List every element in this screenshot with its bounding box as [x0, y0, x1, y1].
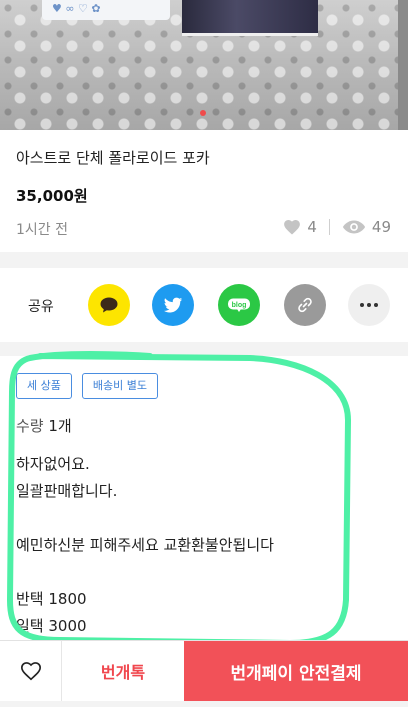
product-tags: 세 상품 배송비 별도: [16, 373, 158, 399]
tag-shipping-extra: 배송비 별도: [81, 373, 158, 399]
quantity-row: 수량 1개: [16, 415, 72, 436]
chat-button[interactable]: 번개톡: [62, 641, 184, 701]
wishlist-button[interactable]: [0, 641, 62, 701]
section-divider: [0, 252, 408, 268]
share-copy-link-button[interactable]: [284, 284, 326, 326]
description-line: 일괄판매합니다.: [16, 482, 118, 500]
safe-pay-button[interactable]: 번개페이 안전결제: [184, 641, 408, 701]
section-divider: [0, 342, 408, 356]
quantity-value: 1개: [48, 417, 72, 435]
description-line: 일택 3000: [16, 617, 87, 635]
carousel-indicator: [200, 110, 206, 116]
twitter-bird-icon: [163, 297, 183, 312]
stats-divider: [328, 219, 330, 235]
blog-icon: blog: [228, 298, 250, 312]
bottom-strip: [0, 701, 408, 707]
product-price: 35,000원: [16, 187, 88, 205]
description-line: 예민하신분 피해주세요 교환환불안됩니다: [16, 536, 274, 554]
heart-outline-icon: [20, 662, 41, 681]
product-stats: 4 49: [283, 218, 391, 236]
tag-partial: 세 상품: [16, 373, 72, 399]
product-description: 하자없어요. 일괄판매합니다. 예민하신분 피해주세요 교환환불안됩니다 반택 …: [16, 451, 274, 640]
posted-time: 1시간 전: [16, 222, 68, 238]
photo-edge: [398, 0, 408, 130]
photocard-left-text: ♥ ∞ ♡ ✿: [52, 2, 101, 15]
product-photo[interactable]: ♥ ∞ ♡ ✿: [0, 0, 408, 130]
share-kakaotalk-button[interactable]: [88, 284, 130, 326]
description-line: [16, 559, 274, 586]
product-detail-page: ♥ ∞ ♡ ✿ 아스트로 단체 폴라로이드 포카 35,000원 1시간 전 4…: [0, 0, 408, 707]
description-line: 반택 1800: [16, 590, 87, 608]
product-title: 아스트로 단체 폴라로이드 포카: [16, 149, 210, 167]
speech-bubble-icon: [100, 297, 118, 313]
quantity-label: 수량: [16, 417, 44, 435]
share-twitter-button[interactable]: [152, 284, 194, 326]
description-line: [16, 505, 274, 532]
view-count: 49: [371, 218, 391, 236]
like-count: 4: [307, 218, 317, 236]
share-more-button[interactable]: [348, 284, 390, 326]
eye-icon: [342, 220, 365, 234]
bottom-action-bar: 번개톡 번개페이 안전결제: [0, 640, 408, 707]
link-icon: [298, 297, 312, 313]
share-label: 공유: [28, 299, 54, 315]
heart-filled-icon: [284, 220, 301, 235]
more-dots-icon: [360, 303, 378, 307]
photocard-right: [182, 0, 318, 36]
svg-text:blog: blog: [232, 302, 247, 309]
share-naver-blog-button[interactable]: blog: [218, 284, 260, 326]
photocard-left: ♥ ∞ ♡ ✿: [42, 0, 170, 20]
description-line: 하자없어요.: [16, 455, 90, 473]
